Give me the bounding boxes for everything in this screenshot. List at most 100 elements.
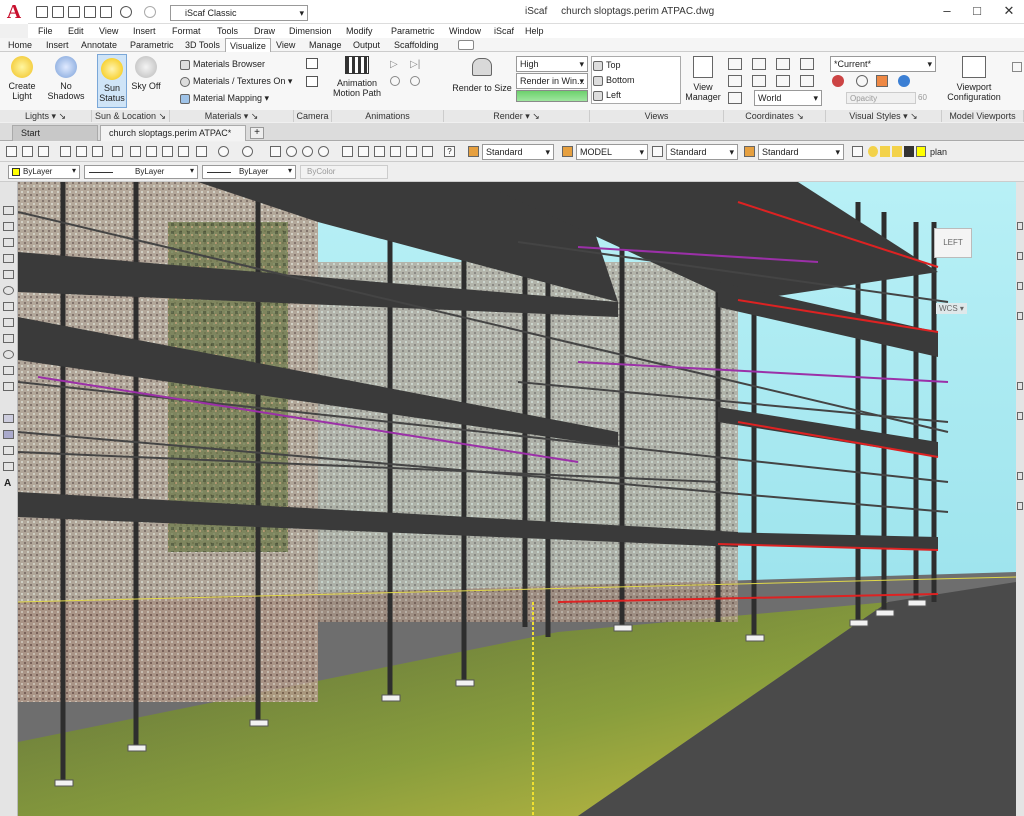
tab-start[interactable]: Start (12, 125, 98, 141)
open-icon[interactable] (22, 146, 33, 157)
insert-block-icon[interactable] (3, 366, 14, 375)
color-dropdown[interactable]: ByLayer ▾ (8, 165, 80, 179)
polygon-icon[interactable] (3, 254, 14, 263)
ucs-object-icon[interactable] (728, 75, 742, 87)
pan-icon[interactable] (270, 146, 281, 157)
xray-icon[interactable] (876, 75, 888, 87)
next-frame-icon[interactable]: ▷| (410, 59, 420, 70)
zoom-realtime-icon[interactable] (286, 146, 297, 157)
app-menu-button[interactable]: A (0, 0, 28, 24)
lineweight-dropdown[interactable]: ByLayer ▾ (202, 165, 296, 179)
print-icon[interactable] (60, 146, 71, 157)
tab-home[interactable]: Home (4, 38, 36, 52)
ucs-icon[interactable] (728, 58, 742, 70)
design-center-palette-icon[interactable] (358, 146, 369, 157)
ucs-world-icon[interactable] (752, 58, 766, 70)
quickcalc-icon[interactable] (422, 146, 433, 157)
tab-view[interactable]: View (272, 38, 299, 52)
panel-model-viewports[interactable]: Model Viewports (942, 110, 1024, 122)
saveas-icon[interactable] (84, 6, 96, 18)
arc-icon[interactable] (3, 302, 14, 311)
layer-name[interactable]: plan (930, 145, 947, 159)
menu-draw[interactable]: Draw (254, 24, 275, 38)
panel-lights[interactable]: Lights ▾ ↘ (0, 110, 92, 122)
open-icon[interactable] (52, 6, 64, 18)
table-icon[interactable] (3, 462, 14, 471)
tab-visualize[interactable]: Visualize (225, 38, 271, 53)
text-style-dropdown[interactable]: Standard (482, 144, 554, 160)
view-top-item[interactable]: Top (593, 58, 621, 72)
zoom-window-icon[interactable] (302, 146, 313, 157)
help-icon[interactable]: ? (444, 146, 455, 157)
dim-style-dropdown[interactable]: MODEL (576, 144, 648, 160)
ucs-3point-icon[interactable] (728, 92, 742, 104)
render-quality-dropdown[interactable]: High (516, 56, 588, 72)
ucs-face-icon[interactable] (800, 58, 814, 70)
menu-tools[interactable]: Tools (217, 24, 238, 38)
ucs-zaxis-icon[interactable] (800, 75, 814, 87)
line-tool-icon[interactable] (3, 206, 14, 215)
panel-animations[interactable]: Animations (332, 110, 444, 122)
redo-icon[interactable] (144, 6, 156, 18)
layer-properties-icon[interactable] (852, 146, 863, 157)
trim-icon[interactable] (1017, 472, 1023, 480)
copy-icon[interactable] (146, 146, 157, 157)
plotstyle-dropdown[interactable]: ByColor (300, 165, 388, 179)
tab-parametric[interactable]: Parametric (126, 38, 178, 52)
rotate-icon[interactable] (1017, 412, 1023, 420)
ucs-previous-icon[interactable] (776, 58, 790, 70)
menu-file[interactable]: File (38, 24, 53, 38)
zoom-previous-icon[interactable] (318, 146, 329, 157)
tab-scaffolding[interactable]: Scaffolding (390, 38, 442, 52)
tool-palettes-icon[interactable] (374, 146, 385, 157)
print-icon[interactable] (100, 6, 112, 18)
block-editor-icon[interactable] (196, 146, 207, 157)
panel-coordinates[interactable]: Coordinates ↘ (724, 110, 826, 122)
play-icon[interactable]: ▷ (390, 59, 398, 70)
paste-icon[interactable] (162, 146, 173, 157)
ribbon-toggle-icon[interactable] (458, 40, 474, 50)
redo-icon[interactable] (242, 146, 253, 157)
menu-parametric[interactable]: Parametric (391, 24, 435, 38)
panel-visual-styles[interactable]: Visual Styles ▾ ↘ (826, 110, 942, 122)
layer-on-icon[interactable] (868, 146, 878, 157)
minimize-button[interactable]: – (932, 3, 962, 21)
camera-create-icon[interactable] (306, 76, 318, 87)
cut-icon[interactable] (130, 146, 141, 157)
ucs-view-icon[interactable] (752, 75, 766, 87)
panel-camera[interactable]: Camera (294, 110, 332, 122)
view-cube[interactable]: LEFT (934, 228, 972, 258)
layer-lock-icon[interactable] (892, 146, 902, 157)
tab-annotate[interactable]: Annotate (77, 38, 121, 52)
viewport-named-icon[interactable] (1012, 62, 1022, 72)
revcloud-icon[interactable] (3, 318, 14, 327)
menu-modify[interactable]: Modify (346, 24, 373, 38)
sun-status-button[interactable]: Sun Status (97, 54, 127, 108)
mleader-style-dropdown[interactable]: Standard (758, 144, 844, 160)
menu-edit[interactable]: Edit (68, 24, 84, 38)
region-icon[interactable] (3, 446, 14, 455)
materials-textures-button[interactable]: Materials / Textures On ▾ (180, 74, 292, 88)
materials-browser-button[interactable]: Materials Browser (180, 57, 265, 71)
match-properties-icon[interactable] (178, 146, 189, 157)
animation-motion-path-button[interactable]: Animation Motion Path (332, 56, 382, 98)
make-block-icon[interactable] (3, 382, 14, 391)
spline-icon[interactable] (3, 334, 14, 343)
menu-format[interactable]: Format (172, 24, 201, 38)
environment-icon[interactable] (898, 75, 910, 87)
ellipse-icon[interactable] (3, 350, 14, 359)
sheet-set-icon[interactable] (390, 146, 401, 157)
undo-icon[interactable] (218, 146, 229, 157)
edge-color-icon[interactable] (832, 75, 844, 87)
tab-3d-tools[interactable]: 3D Tools (181, 38, 224, 52)
sky-off-button[interactable]: Sky Off (131, 56, 161, 91)
print-preview-icon[interactable] (76, 146, 87, 157)
ucs-origin-icon[interactable] (776, 75, 790, 87)
create-light-button[interactable]: Create Light (6, 56, 38, 101)
drawing-viewport[interactable] (18, 182, 1016, 816)
markup-icon[interactable] (406, 146, 417, 157)
tab-insert[interactable]: Insert (42, 38, 73, 52)
mtext-icon[interactable]: A (4, 478, 11, 489)
polyline-icon[interactable] (3, 238, 14, 247)
tab-manage[interactable]: Manage (305, 38, 346, 52)
